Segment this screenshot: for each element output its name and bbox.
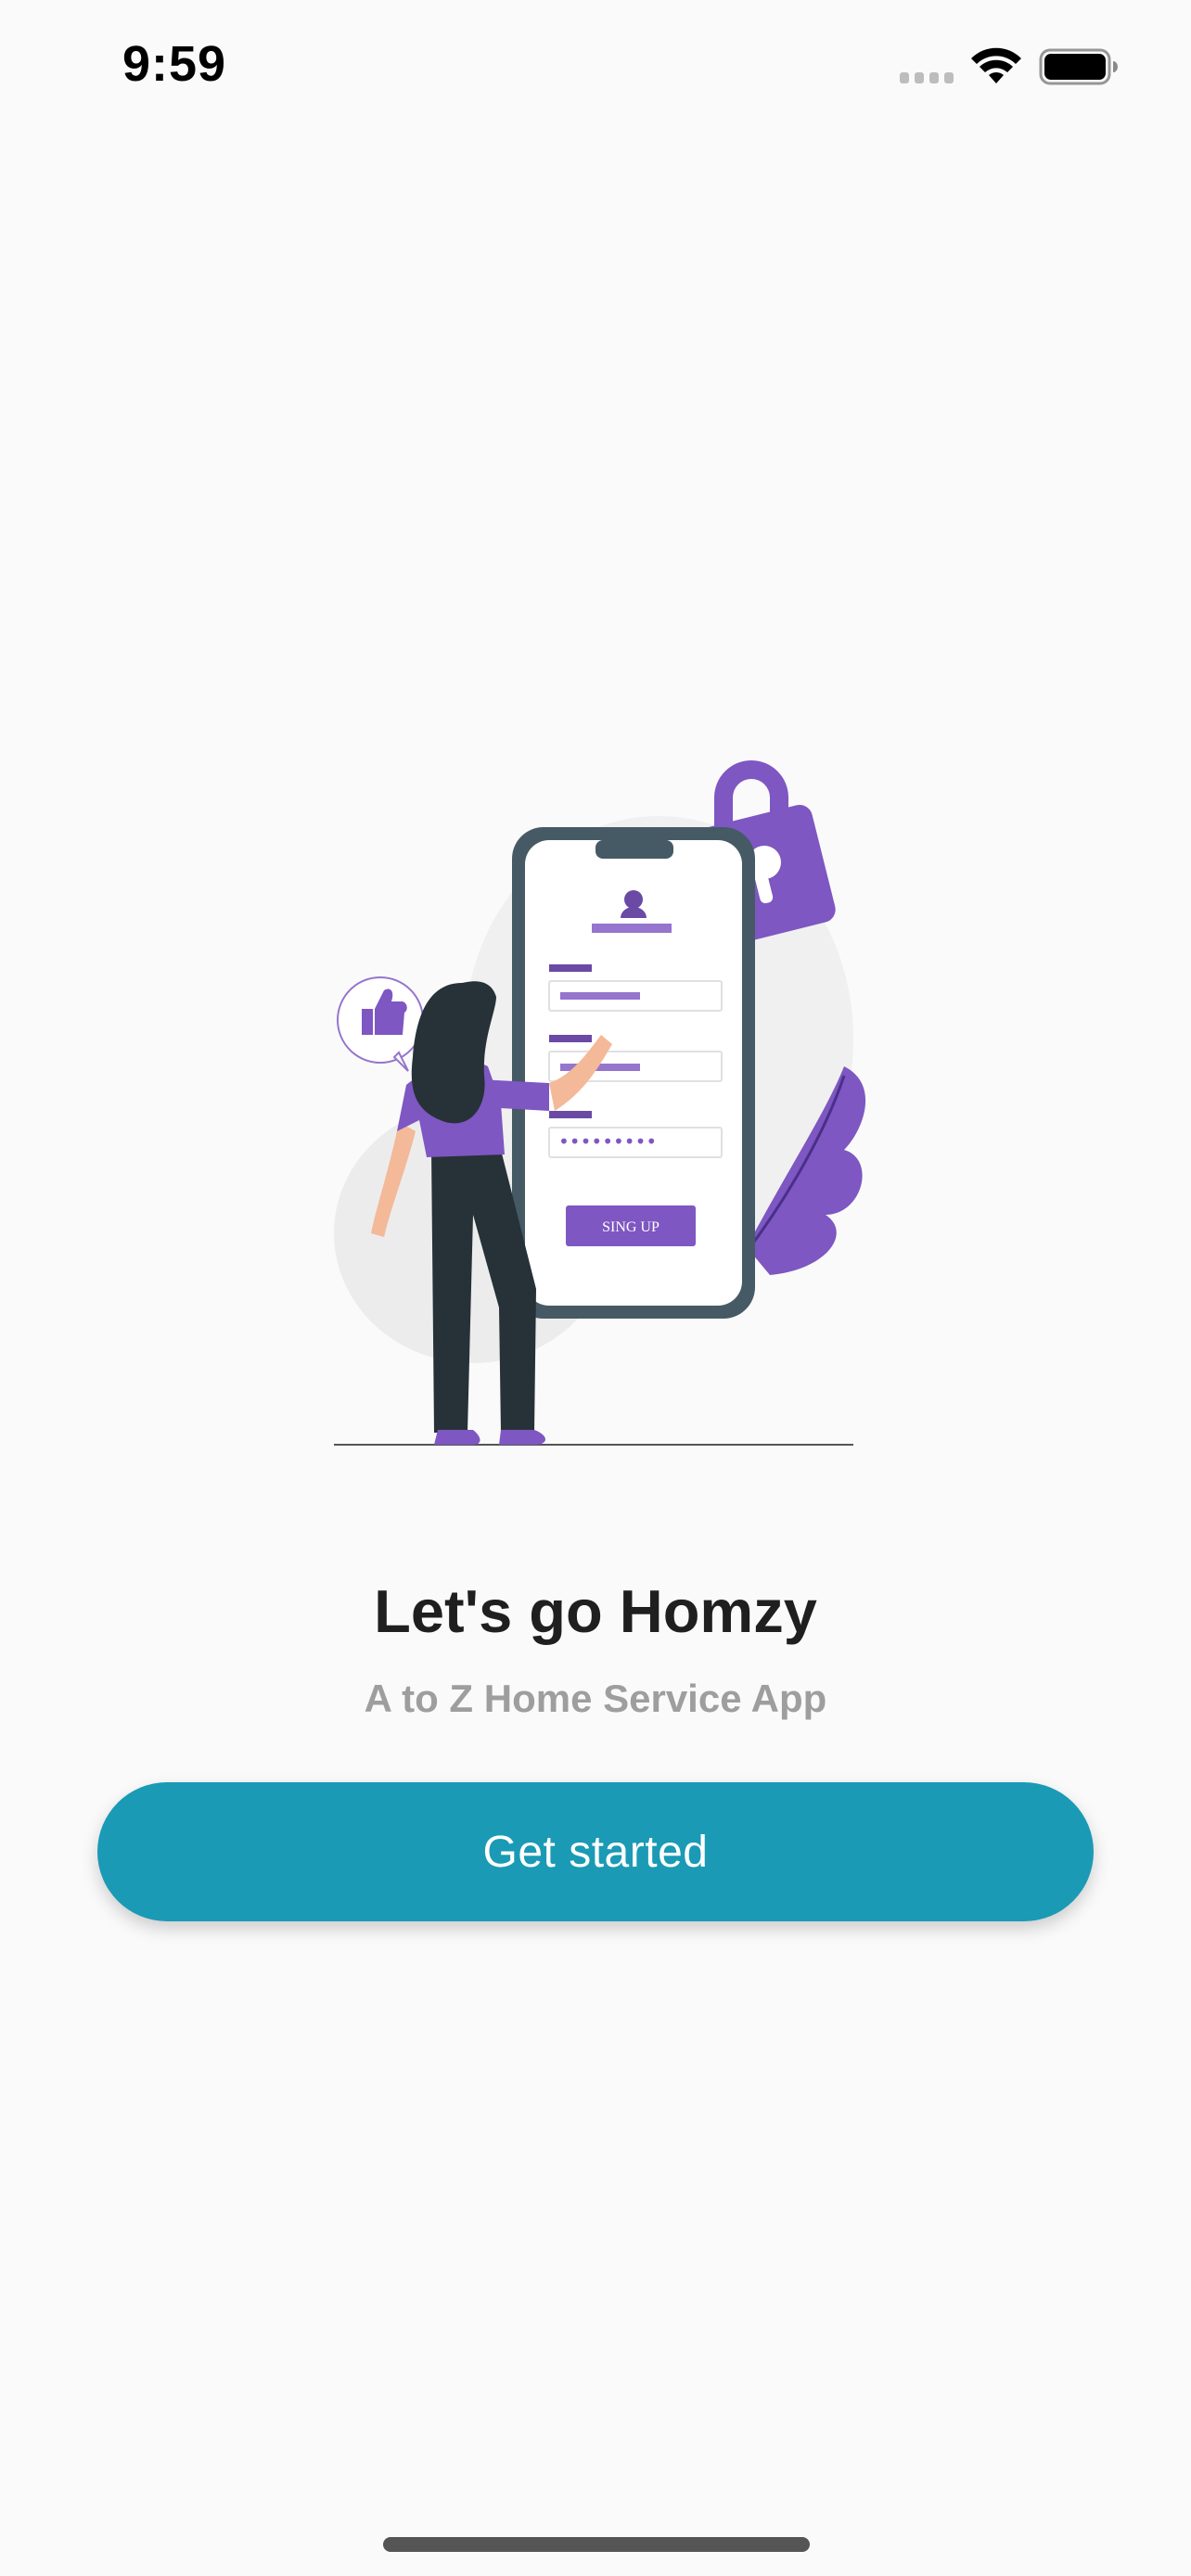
battery-icon xyxy=(1039,48,1118,85)
wifi-icon xyxy=(971,47,1021,83)
thumbs-up-icon xyxy=(337,976,424,1072)
page-title: Let's go Homzy xyxy=(374,1577,817,1645)
page-subtitle: A to Z Home Service App xyxy=(364,1677,827,1720)
signal-icon xyxy=(900,72,955,83)
get-started-button[interactable]: Get started xyxy=(97,1782,1094,1921)
home-indicator[interactable] xyxy=(383,2537,810,2552)
status-time: 9:59 xyxy=(122,36,227,92)
status-bar: 9:59 xyxy=(0,0,1191,139)
password-mask: ••••••••• xyxy=(558,1130,657,1153)
signup-illustration: ••••••••• SING UP xyxy=(334,760,866,1446)
form-signup-label: SING UP xyxy=(602,1219,660,1235)
